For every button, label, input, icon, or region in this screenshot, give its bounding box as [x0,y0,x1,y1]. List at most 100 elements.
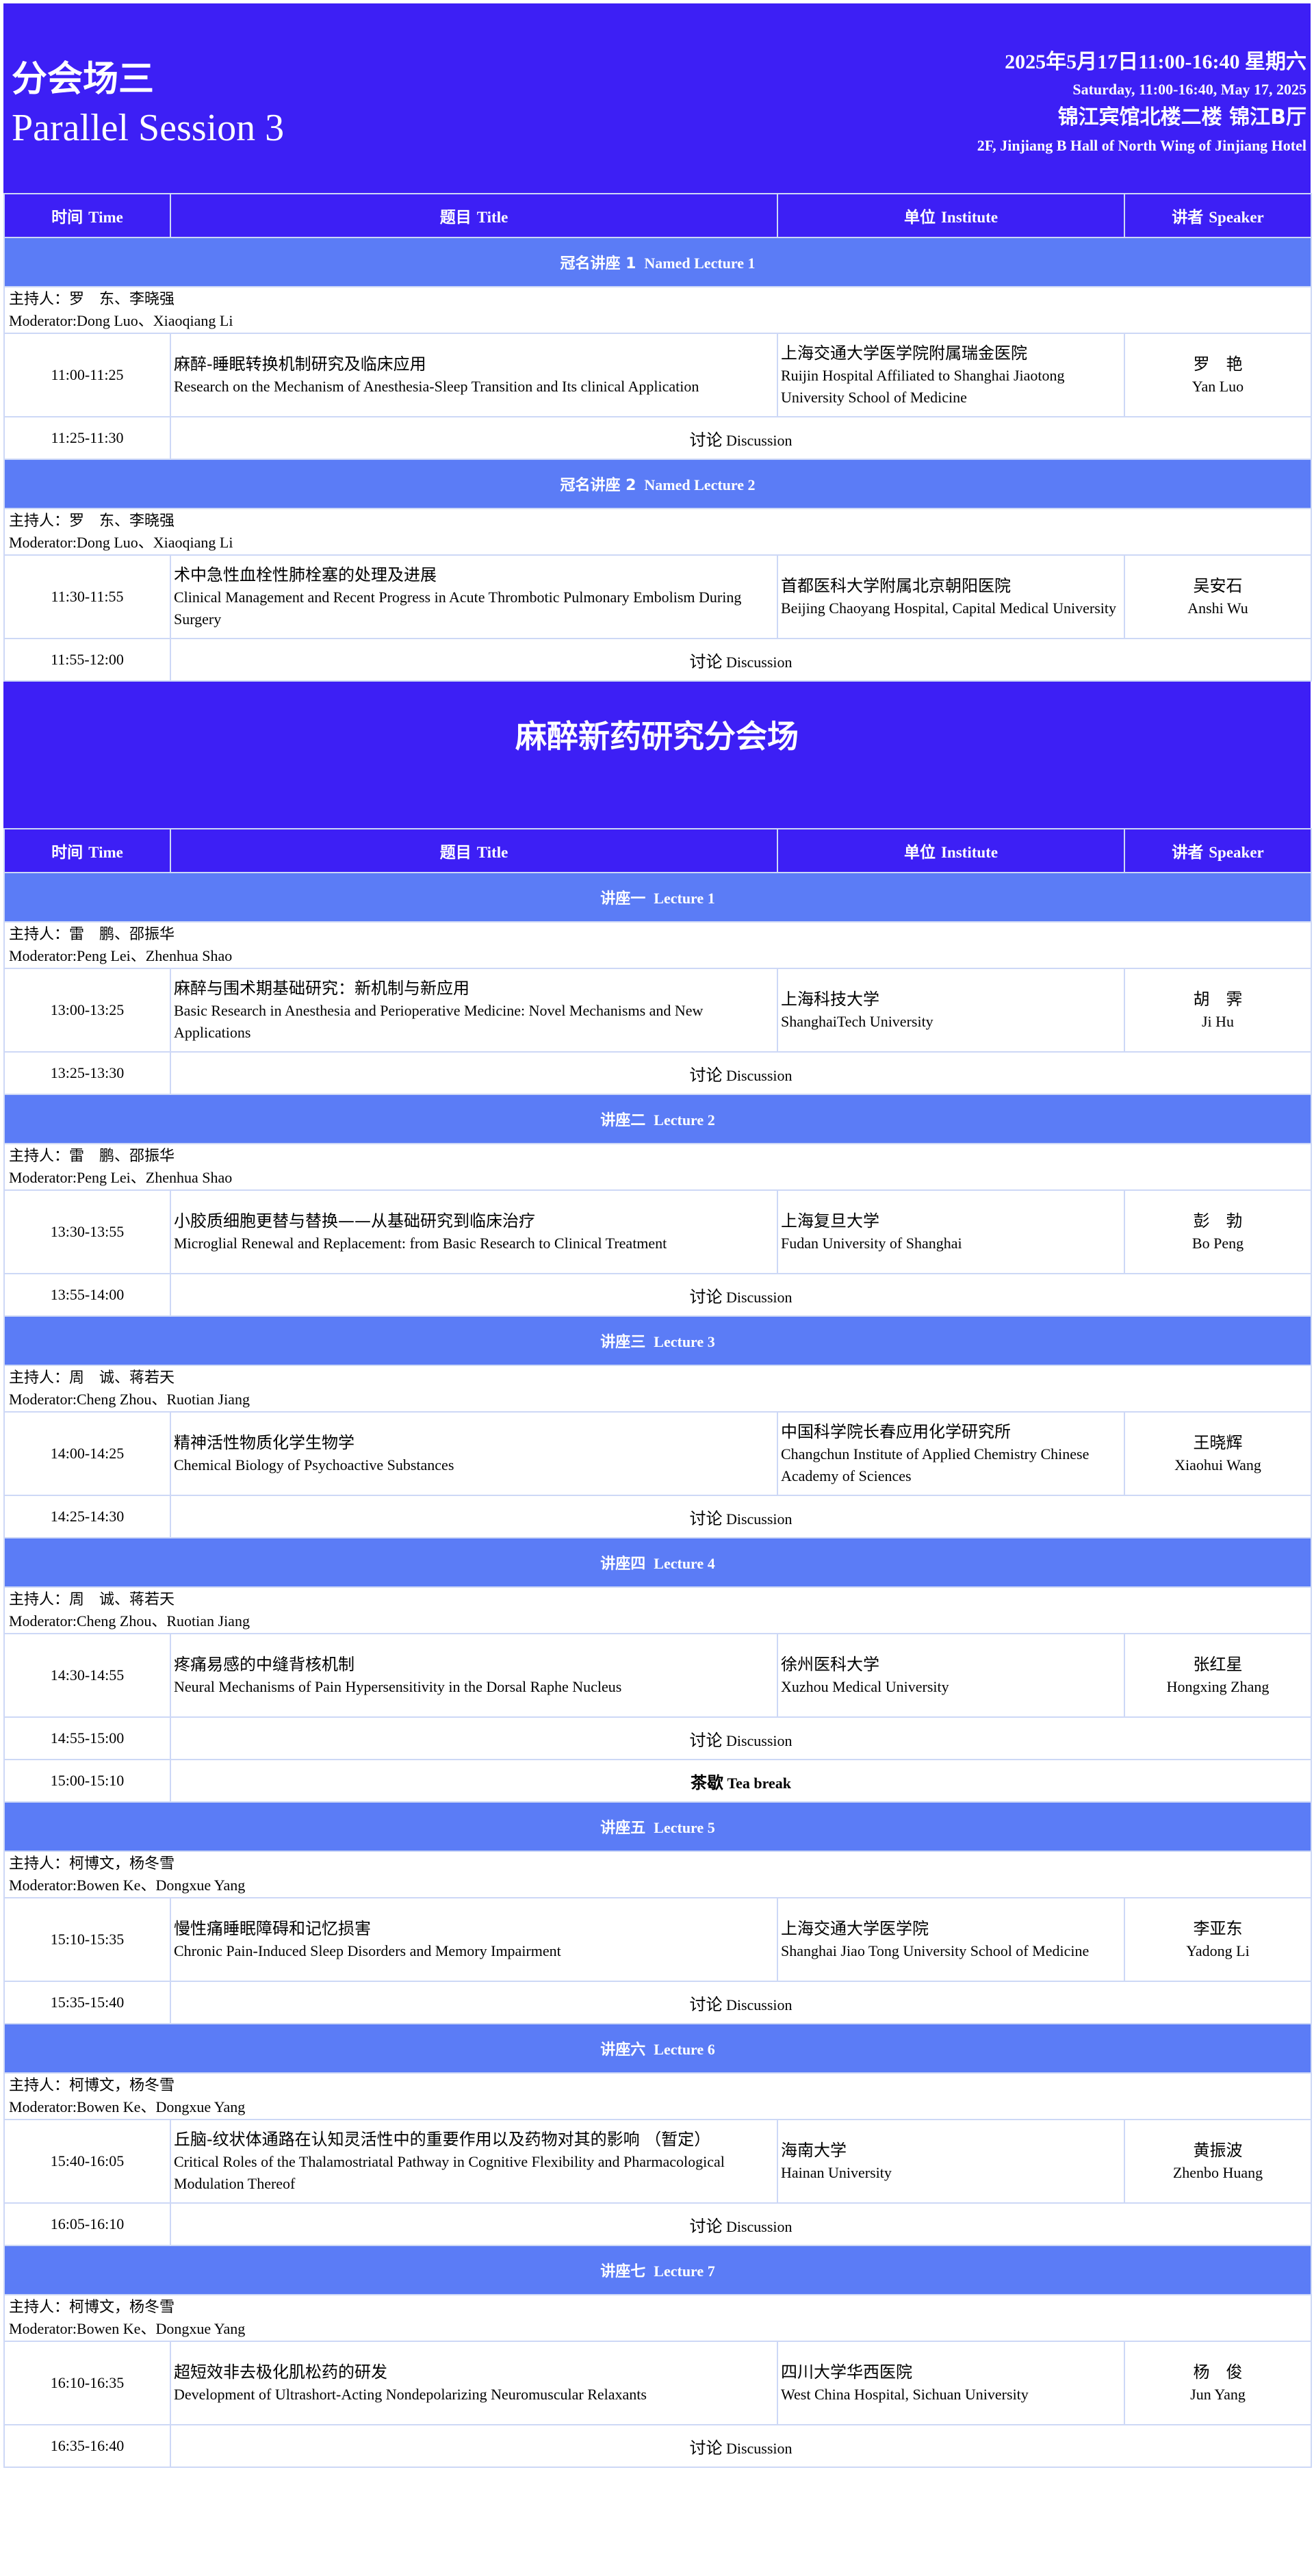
discussion-time: 11:25-11:30 [3,416,171,460]
talk-time-text: 14:00-14:25 [50,1445,125,1462]
institute-cn: 中国科学院长春应用化学研究所 [781,1422,1011,1441]
institute-cn: 上海复旦大学 [781,1211,879,1231]
talk-row: 14:30-14:55 疼痛易感的中缝背核机制 Neural Mechanisms … [3,1633,1312,1718]
moderator-en: Moderator:Dong Luo、Xiaoqiang Li [9,534,233,551]
column-header-en: Speaker [1209,844,1264,861]
discussion-row: 13:25-13:30 讨论 Discussion [3,1051,1312,1095]
discussion-label: 讨论 Discussion [170,2424,1312,2468]
session-venue-cn: 锦江宾馆北楼二楼 锦江B厅 [1057,105,1306,129]
talk-row: 16:10-16:35 超短效非去极化肌松药的研发 Development of U… [3,2341,1312,2425]
moderator: 主持人：罗 东、李晓强 Moderator:Dong Luo、Xiaoqiang … [3,508,1312,556]
session-banner: 分会场三 Parallel Session 3 2025年5月17日11:00-… [3,3,1311,193]
speaker-cn: 杨 俊 [1193,2362,1243,2382]
talk-time: 15:10-15:35 [3,1897,171,1982]
discussion-time: 16:35-16:40 [3,2424,171,2468]
lecture-title-cn: 讲座三 [600,1334,646,1351]
moderator-cn: 主持人：罗 东、李晓强 [9,513,175,530]
discussion-label: 讨论 Discussion [170,1051,1312,1095]
schedule-table-1: 时间 Time 题目 Title 单位 Institute 讲者 Speaker 冠名… [3,193,1312,682]
discussion-time: 13:25-13:30 [3,1051,171,1095]
discussion-en: Discussion [725,2217,793,2235]
section-banner: 麻醉新药研究分会场 [3,682,1311,828]
lecture-title-en: Named Lecture 2 [644,476,756,493]
schedule-table-2: 时间 Time 题目 Title 单位 Institute 讲者 Speaker 讲座… [3,828,1312,2468]
lecture-heading: 冠名讲座 2 Named Lecture 2 [3,459,1312,509]
discussion-time: 14:55-15:00 [3,1716,171,1760]
session-title-cn: 分会场三 [12,59,155,100]
talk-institute: 上海交通大学医学院附属瑞金医院 Ruijin Hospital Affiliate… [777,333,1125,417]
tea-break-en: Tea break [727,1774,792,1792]
speaker-en: Yan Luo [1191,378,1244,395]
moderator: 主持人：柯博文，杨冬雪 Moderator:Bowen Ke、Dongxue Ya… [3,2294,1312,2342]
talk-title: 麻醉与围术期基础研究：新机制与新应用 Basic Research in Anes… [170,968,778,1053]
discussion-row: 13:55-14:00 讨论 Discussion [3,1273,1312,1317]
discussion-time-text: 14:25-14:30 [50,1508,125,1525]
talk-title-cn: 小胶质细胞更替与替换——从基础研究到临床治疗 [174,1211,535,1231]
column-header: 题目 Title [170,193,778,238]
lecture-title-en: Lecture 5 [654,1819,715,1836]
institute-cn: 上海交通大学医学院 [781,1919,929,1938]
talk-title: 术中急性血栓性肺栓塞的处理及进展 Clinical Management and … [170,554,778,639]
moderator-en: Moderator:Peng Lei、Zhenhua Shao [9,947,233,964]
lecture-title-cn: 讲座四 [600,1556,646,1573]
discussion-time-text: 16:35-16:40 [50,2437,125,2454]
talk-institute: 中国科学院长春应用化学研究所 Changchun Institute of App… [777,1411,1125,1496]
discussion-time: 14:25-14:30 [3,1495,171,1538]
lecture-row: 讲座二 Lecture 2 [3,1094,1312,1144]
lecture-heading: 冠名讲座 1 Named Lecture 1 [3,237,1312,287]
discussion-cn: 讨论 [689,1994,723,2014]
lecture-row: 冠名讲座 1 Named Lecture 1 [3,237,1312,287]
talk-time-text: 11:00-11:25 [51,366,124,383]
institute-en: Changchun Institute of Applied Chemistry… [781,1445,1090,1484]
table-header-row: 时间 Time 题目 Title 单位 Institute 讲者 Speaker [3,828,1312,873]
column-header: 时间 Time [3,828,171,873]
talk-speaker: 黄振波 Zhenbo Huang [1124,2119,1312,2204]
talk-time: 11:30-11:55 [3,554,171,639]
talk-institute: 上海科技大学 ShanghaiTech University [777,968,1125,1053]
lecture-title-cn: 冠名讲座 2 [560,477,636,494]
lecture-heading: 讲座七 Lecture 7 [3,2245,1312,2295]
discussion-en: Discussion [725,1996,793,2013]
lecture-row: 讲座四 Lecture 4 [3,1537,1312,1588]
talk-time: 13:00-13:25 [3,968,171,1053]
discussion-label: 讨论 Discussion [170,1273,1312,1317]
talk-title: 小胶质细胞更替与替换——从基础研究到临床治疗 Microglial Renewal… [170,1189,778,1274]
talk-row: 11:30-11:55 术中急性血栓性肺栓塞的处理及进展 Clinical Mana… [3,554,1312,639]
talk-title: 慢性痛睡眠障碍和记忆损害 Chronic Pain-Induced Sleep D… [170,1897,778,1982]
talk-row: 11:00-11:25 麻醉-睡眠转换机制研究及临床应用 Research on t… [3,333,1312,417]
speaker-cn: 李亚东 [1193,1919,1243,1938]
speaker-cn: 黄振波 [1193,2141,1243,2160]
lecture-heading: 讲座二 Lecture 2 [3,1094,1312,1144]
moderator: 主持人：周 诚、蒋若天 Moderator:Cheng Zhou、Ruotian … [3,1586,1312,1634]
talk-speaker: 彭 勃 Bo Peng [1124,1189,1312,1274]
talk-row: 15:40-16:05 丘脑-纹状体通路在认知灵活性中的重要作用以及药物对其的影响… [3,2119,1312,2204]
talk-title-en: Chemical Biology of Psychoactive Substan… [174,1456,454,1473]
moderator-row: 主持人：雷 鹏、邵振华 Moderator:Peng Lei、Zhenhua Sh… [3,921,1312,969]
section-title: 麻醉新药研究分会场 [515,718,799,755]
column-header-cn: 单位 [903,209,936,227]
discussion-time: 13:55-14:00 [3,1273,171,1317]
moderator-cn: 主持人：柯博文，杨冬雪 [9,1855,175,1872]
session-info: 2025年5月17日11:00-16:40 星期六 Saturday, 11:0… [977,47,1306,158]
institute-en: Fudan University of Shanghai [781,1235,962,1252]
speaker-en: Hongxing Zhang [1166,1678,1270,1695]
talk-speaker: 杨 俊 Jun Yang [1124,2341,1312,2425]
speaker-en: Jun Yang [1190,2386,1246,2403]
moderator-cn: 主持人：雷 鹏、邵振华 [9,926,175,943]
institute-cn: 首都医科大学附属北京朝阳医院 [781,576,1011,595]
discussion-cn: 讨论 [689,1065,723,1085]
talk-row: 13:30-13:55 小胶质细胞更替与替换——从基础研究到临床治疗 Microgl… [3,1189,1312,1274]
speaker-en: Yadong Li [1186,1942,1250,1959]
discussion-time-text: 14:55-15:00 [50,1729,125,1747]
talk-title: 精神活性物质化学生物学 Chemical Biology of Psychoact… [170,1411,778,1496]
schedule-page: 分会场三 Parallel Session 3 2025年5月17日11:00-… [3,3,1312,2468]
lecture-row: 讲座七 Lecture 7 [3,2245,1312,2295]
lecture-heading: 讲座六 Lecture 6 [3,2023,1312,2074]
discussion-time-text: 13:25-13:30 [50,1064,125,1081]
discussion-cn: 讨论 [689,430,723,450]
speaker-cn: 胡 霁 [1193,990,1243,1009]
discussion-time-text: 15:35-15:40 [50,1994,125,2011]
moderator-cn: 主持人：柯博文，杨冬雪 [9,2299,175,2316]
talk-institute: 海南大学 Hainan University [777,2119,1125,2204]
session-date-cn: 2025年5月17日11:00-16:40 星期六 [1005,51,1306,73]
